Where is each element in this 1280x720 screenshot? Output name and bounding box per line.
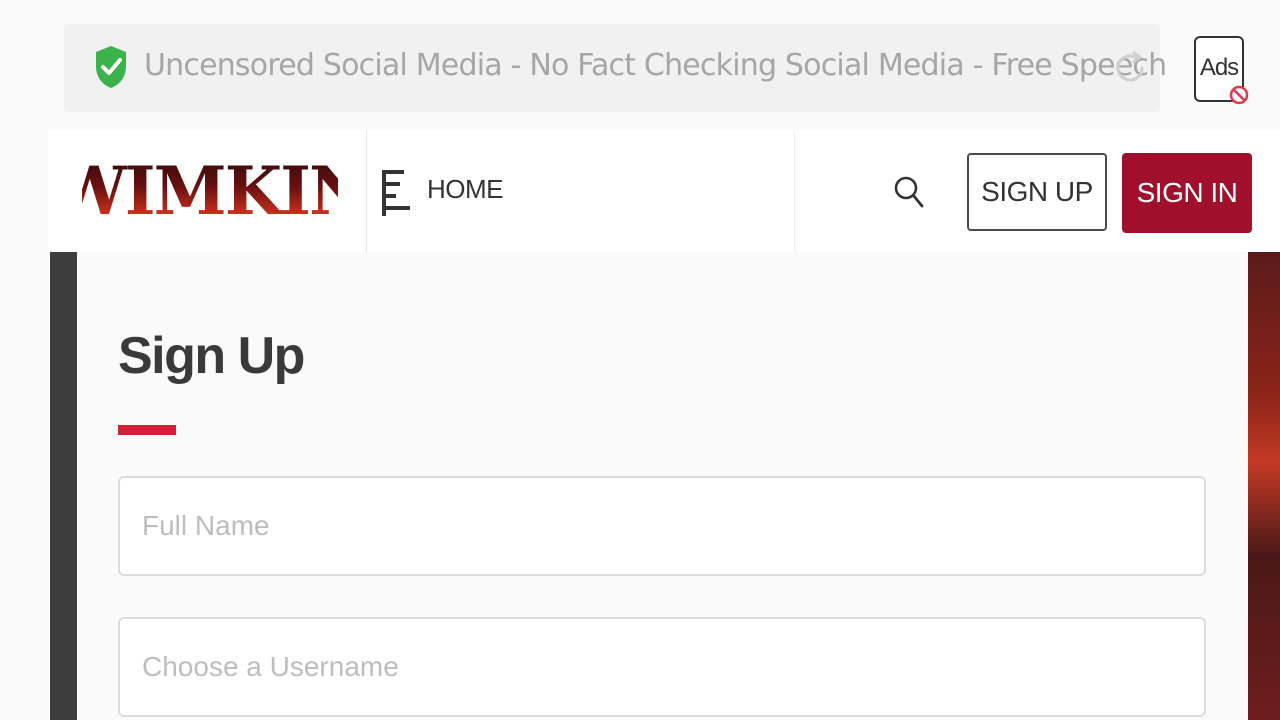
page-title-bar: Uncensored Social Media - No Fact Checki… xyxy=(64,24,1167,112)
ad-block-icon xyxy=(1229,85,1249,105)
logo-text: WIMKIN xyxy=(82,154,338,224)
page-title: Uncensored Social Media - No Fact Checki… xyxy=(144,48,1167,83)
shield-check-icon xyxy=(96,46,126,88)
background-artwork xyxy=(1248,252,1280,720)
site-header: WIMKIN HOME SIGN UP SIGN IN xyxy=(48,130,1280,252)
menu-icon[interactable] xyxy=(382,170,414,216)
left-edge-bar xyxy=(50,252,77,720)
reload-icon[interactable] xyxy=(1112,50,1148,86)
heading-underline xyxy=(118,425,176,435)
sign-in-button[interactable]: SIGN IN xyxy=(1122,153,1252,233)
nav-home[interactable]: HOME xyxy=(427,174,504,205)
header-divider xyxy=(794,130,795,252)
ad-block-button[interactable]: Ads xyxy=(1194,36,1249,105)
page: Uncensored Social Media - No Fact Checki… xyxy=(0,0,1280,720)
wimkin-logo[interactable]: WIMKIN xyxy=(82,154,338,224)
sign-up-button[interactable]: SIGN UP xyxy=(967,153,1107,231)
signup-heading: Sign Up xyxy=(118,327,305,385)
full-name-field[interactable] xyxy=(118,476,1206,576)
search-icon[interactable] xyxy=(894,176,924,208)
header-divider xyxy=(366,130,367,252)
username-field[interactable] xyxy=(118,617,1206,717)
ads-label: Ads xyxy=(1199,54,1239,81)
